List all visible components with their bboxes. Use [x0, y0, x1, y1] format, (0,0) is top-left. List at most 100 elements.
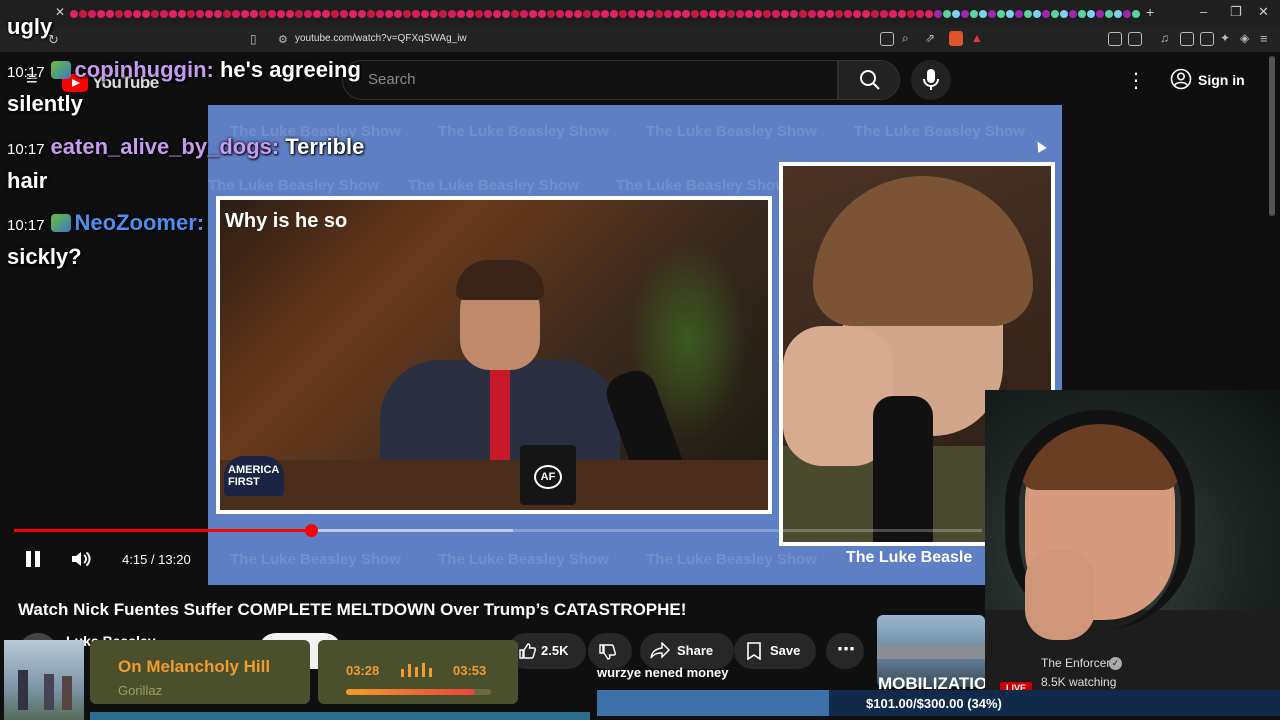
tab-favicon[interactable] — [988, 10, 996, 18]
tab-favicon[interactable] — [979, 10, 987, 18]
tab-favicon[interactable] — [655, 10, 663, 18]
tab-favicon[interactable] — [943, 10, 951, 18]
tab-favicon[interactable] — [934, 10, 942, 18]
address-bar[interactable] — [0, 28, 1280, 52]
tab-favicon[interactable] — [529, 10, 537, 18]
search-box[interactable] — [342, 60, 838, 100]
tab-favicon[interactable] — [862, 10, 870, 18]
tab-favicon[interactable] — [898, 10, 906, 18]
brave-shield-icon[interactable] — [949, 31, 963, 46]
tab-favicon[interactable] — [844, 10, 852, 18]
tab-favicon[interactable] — [1105, 10, 1113, 18]
tab-favicon[interactable] — [520, 10, 528, 18]
tab-favicon[interactable] — [628, 10, 636, 18]
tab-favicon[interactable] — [79, 10, 87, 18]
tab-favicon[interactable] — [646, 10, 654, 18]
tab-favicon[interactable] — [1114, 10, 1122, 18]
tab-favicon[interactable] — [1051, 10, 1059, 18]
tab-favicon[interactable] — [160, 10, 168, 18]
tab-favicon[interactable] — [799, 10, 807, 18]
tab-favicon[interactable] — [772, 10, 780, 18]
tab-favicon[interactable] — [394, 10, 402, 18]
tab-favicon[interactable] — [511, 10, 519, 18]
volume-button[interactable] — [70, 548, 92, 570]
tab-favicon[interactable] — [196, 10, 204, 18]
tab-favicon[interactable] — [142, 10, 150, 18]
tab-favicon[interactable] — [376, 10, 384, 18]
minimize-icon[interactable]: – — [1200, 4, 1207, 19]
tab-favicon[interactable] — [241, 10, 249, 18]
tab-favicon[interactable] — [304, 10, 312, 18]
tab-favicon[interactable] — [439, 10, 447, 18]
tab-favicon[interactable] — [610, 10, 618, 18]
tab-favicon[interactable] — [583, 10, 591, 18]
share-page-icon[interactable]: ⇗ — [925, 31, 935, 45]
tab-favicon[interactable] — [313, 10, 321, 18]
tab-favicon[interactable] — [709, 10, 717, 18]
tab-favicon[interactable] — [1024, 10, 1032, 18]
tab-favicon[interactable] — [1033, 10, 1041, 18]
tab-favicon[interactable] — [1123, 10, 1131, 18]
tab-favicon[interactable] — [925, 10, 933, 18]
tab-favicon[interactable] — [835, 10, 843, 18]
tab-favicon[interactable] — [718, 10, 726, 18]
settings-kebab-icon[interactable]: ⋮ — [1126, 68, 1146, 93]
tab-favicon[interactable] — [1069, 10, 1077, 18]
tab-favicon[interactable] — [1006, 10, 1014, 18]
tab-favicon[interactable] — [961, 10, 969, 18]
tab-favicon[interactable] — [457, 10, 465, 18]
zoom-icon[interactable]: ⌕ — [902, 31, 909, 46]
tab-favicon[interactable] — [430, 10, 438, 18]
tab-favicon[interactable] — [565, 10, 573, 18]
tab-favicon[interactable] — [106, 10, 114, 18]
tab-favicon[interactable] — [187, 10, 195, 18]
wallet-icon[interactable] — [1200, 32, 1214, 46]
tab-favicon[interactable] — [1015, 10, 1023, 18]
tab-favicon[interactable] — [1042, 10, 1050, 18]
tab-favicon[interactable] — [466, 10, 474, 18]
tab-favicon[interactable] — [358, 10, 366, 18]
tab-favicon[interactable] — [727, 10, 735, 18]
tab-favicon[interactable] — [115, 10, 123, 18]
tab-favicon[interactable] — [997, 10, 1005, 18]
tab-favicon[interactable] — [286, 10, 294, 18]
tab-favicon[interactable] — [673, 10, 681, 18]
tab-favicon[interactable] — [952, 10, 960, 18]
window-close-icon[interactable]: ✕ — [1258, 4, 1269, 20]
tab-favicon[interactable] — [790, 10, 798, 18]
tab-favicon[interactable] — [691, 10, 699, 18]
tab-favicon[interactable] — [97, 10, 105, 18]
tab-favicon[interactable] — [538, 10, 546, 18]
tab-favicon[interactable] — [907, 10, 915, 18]
tab-favicon[interactable] — [367, 10, 375, 18]
tab-favicon[interactable] — [412, 10, 420, 18]
tab-favicon[interactable] — [493, 10, 501, 18]
tab-favicon[interactable] — [853, 10, 861, 18]
tab-favicon[interactable] — [817, 10, 825, 18]
maximize-icon[interactable]: ❐ — [1230, 4, 1242, 20]
tab-favicon[interactable] — [745, 10, 753, 18]
tab-favicon[interactable] — [682, 10, 690, 18]
page-scrollbar[interactable] — [1269, 56, 1275, 216]
tab-favicon[interactable] — [826, 10, 834, 18]
tab-favicon[interactable] — [421, 10, 429, 18]
tab-favicon[interactable] — [763, 10, 771, 18]
tab-favicon[interactable] — [205, 10, 213, 18]
split-view-icon[interactable] — [1180, 32, 1194, 46]
tab-favicon[interactable] — [808, 10, 816, 18]
menu-icon[interactable]: ≡ — [1260, 31, 1268, 46]
tab-favicon[interactable] — [556, 10, 564, 18]
tab-favicon[interactable] — [475, 10, 483, 18]
tab-favicon[interactable] — [1132, 10, 1140, 18]
tab-favicon[interactable] — [574, 10, 582, 18]
tab-favicon[interactable] — [133, 10, 141, 18]
tab-favicon[interactable] — [295, 10, 303, 18]
tab-favicon[interactable] — [340, 10, 348, 18]
new-tab-icon[interactable]: + — [1146, 4, 1154, 20]
tab-favicon[interactable] — [1060, 10, 1068, 18]
install-icon[interactable] — [880, 32, 894, 46]
tab-favicon[interactable] — [88, 10, 96, 18]
extensions-icon[interactable] — [1108, 32, 1122, 46]
tab-favicon[interactable] — [232, 10, 240, 18]
tab-favicon[interactable] — [250, 10, 258, 18]
